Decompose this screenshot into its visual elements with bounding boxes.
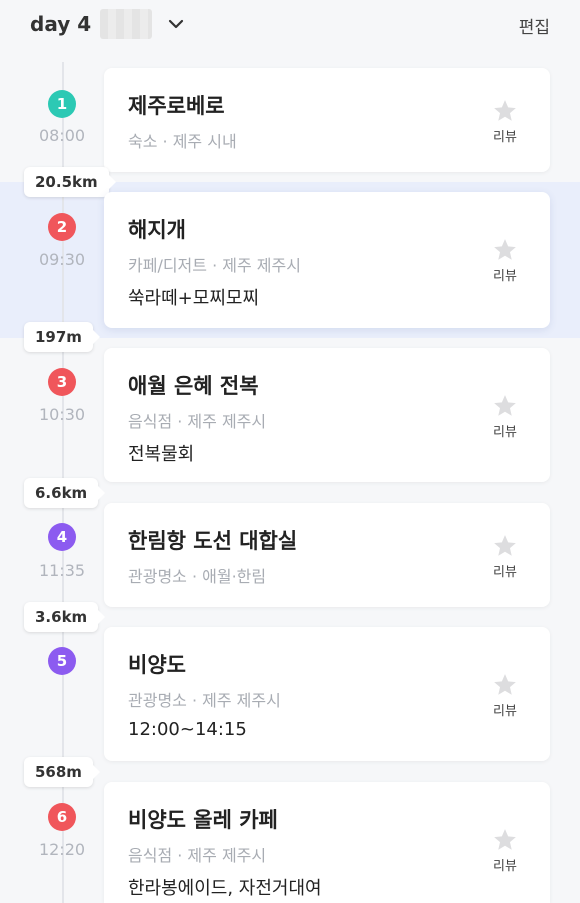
- stop-category: 관광명소 · 제주 제주시: [128, 691, 281, 710]
- stop-number-badge: 4: [48, 523, 76, 551]
- distance-label: 6.6km: [24, 478, 106, 508]
- review-label: 리뷰: [493, 565, 517, 580]
- review-button[interactable]: 리뷰: [490, 98, 520, 145]
- stop-memo: 한라봉에이드, 자전거대여: [128, 878, 322, 899]
- review-label: 리뷰: [493, 269, 517, 284]
- star-icon: [494, 100, 516, 121]
- stop-title: 해지개: [128, 218, 186, 242]
- stop-card-2[interactable]: 해지개 카페/디저트 · 제주 제주시 쑥라떼+모찌모찌 리뷰: [104, 192, 550, 328]
- stop-card-1[interactable]: 제주로베로 숙소 · 제주 시내 리뷰: [104, 68, 550, 172]
- stop-title: 한림항 도선 대합실: [128, 529, 298, 553]
- stop-time: 11:35: [38, 561, 86, 580]
- stop-category: 카페/디저트 · 제주 제주시: [128, 256, 301, 275]
- stop-memo: 전복물회: [128, 444, 195, 465]
- stop-time: 10:30: [38, 405, 86, 424]
- stop-category: 숙소 · 제주 시내: [128, 132, 237, 151]
- star-icon: [494, 674, 516, 695]
- stop-time: 08:00: [38, 126, 86, 145]
- stop-number-badge: 1: [48, 90, 76, 118]
- stop-card-6[interactable]: 비양도 올레 카페 음식점 · 제주 제주시 한라봉에이드, 자전거대여 리뷰: [104, 782, 550, 903]
- chevron-down-icon[interactable]: [166, 14, 186, 34]
- stop-title: 비양도: [128, 653, 186, 677]
- distance-label: 568m: [24, 757, 100, 787]
- stop-title: 제주로베로: [128, 94, 225, 118]
- review-button[interactable]: 리뷰: [490, 672, 520, 719]
- review-label: 리뷰: [493, 859, 517, 874]
- stop-number-badge: 6: [48, 803, 76, 831]
- stop-category: 음식점 · 제주 제주시: [128, 846, 267, 865]
- header: day 4 편집: [0, 0, 580, 50]
- distance-label: 20.5km: [24, 167, 116, 197]
- stop-card-4[interactable]: 한림항 도선 대합실 관광명소 · 애월·한림 리뷰: [104, 503, 550, 607]
- star-icon: [494, 535, 516, 556]
- review-button[interactable]: 리뷰: [490, 393, 520, 440]
- stop-number-badge: 5: [48, 647, 76, 675]
- stop-category: 관광명소 · 애월·한림: [128, 567, 267, 586]
- stop-memo: 12:00~14:15: [128, 719, 247, 740]
- review-label: 리뷰: [493, 425, 517, 440]
- stop-title: 애월 은혜 전복: [128, 374, 259, 398]
- stop-time: 09:30: [38, 250, 86, 269]
- stop-category: 음식점 · 제주 제주시: [128, 412, 267, 431]
- star-icon: [494, 829, 516, 850]
- review-label: 리뷰: [493, 130, 517, 145]
- star-icon: [494, 239, 516, 260]
- review-label: 리뷰: [493, 704, 517, 719]
- review-button[interactable]: 리뷰: [490, 237, 520, 284]
- distance-label: 197m: [24, 322, 100, 352]
- edit-button[interactable]: 편집: [519, 13, 550, 38]
- stop-memo: 쑥라떼+모찌모찌: [128, 288, 260, 309]
- stop-number-badge: 2: [48, 213, 76, 241]
- distance-label: 3.6km: [24, 602, 106, 632]
- review-button[interactable]: 리뷰: [490, 533, 520, 580]
- stop-card-5[interactable]: 비양도 관광명소 · 제주 제주시 12:00~14:15 리뷰: [104, 627, 550, 761]
- stop-title: 비양도 올레 카페: [128, 808, 278, 832]
- stop-number-badge: 3: [48, 368, 76, 396]
- stop-time: 12:20: [38, 840, 86, 859]
- review-button[interactable]: 리뷰: [490, 827, 520, 874]
- day-title: day 4: [30, 12, 92, 36]
- stop-card-3[interactable]: 애월 은혜 전복 음식점 · 제주 제주시 전복물회 리뷰: [104, 348, 550, 482]
- blurred-date: [100, 9, 152, 39]
- star-icon: [494, 395, 516, 416]
